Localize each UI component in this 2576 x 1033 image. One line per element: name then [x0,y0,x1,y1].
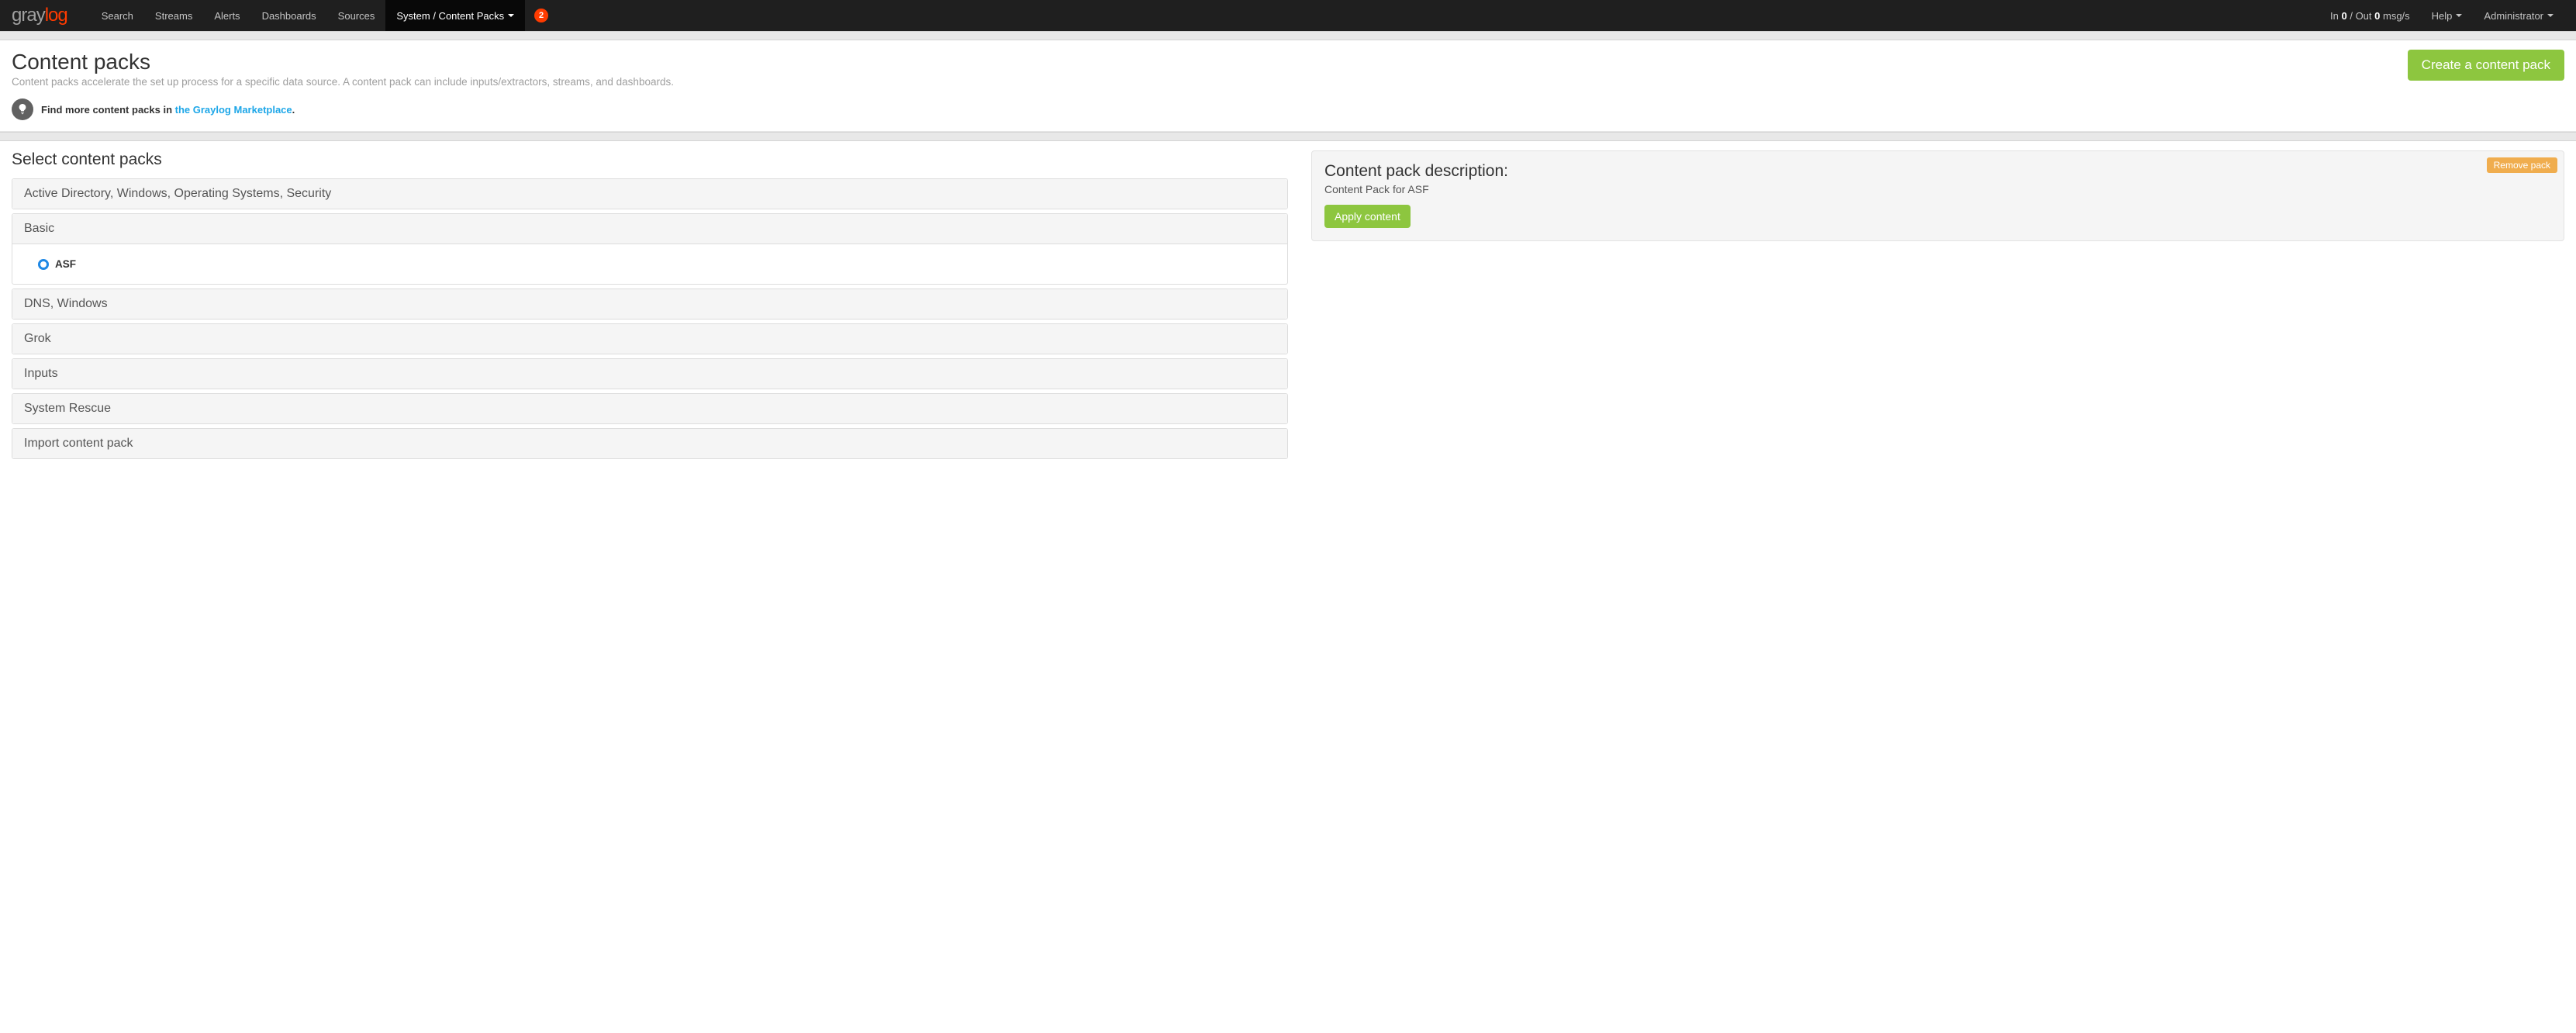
page-subtitle: Content packs accelerate the set up proc… [12,76,2408,88]
chevron-down-icon [2547,14,2554,17]
io-mid: / Out [2347,10,2374,22]
notification-badge[interactable]: 2 [534,9,548,22]
separator-bar [0,132,2576,141]
chevron-down-icon [2456,14,2462,17]
io-stats: In 0 / Out 0 msg/s [2319,10,2421,22]
content-pack-group: Active Directory, Windows, Operating Sys… [12,178,1288,209]
nav-system-label: System / Content Packs [396,10,504,22]
content-pack-group: Basic ASF [12,213,1288,285]
remove-pack-button[interactable]: Remove pack [2487,157,2557,173]
nav-system-content-packs[interactable]: System / Content Packs [385,0,525,31]
hint-suffix: . [292,104,295,116]
page-header: Content packs Content packs accelerate t… [0,40,2576,131]
hint-prefix: Find more content packs in [41,104,175,116]
description-title: Content pack description: [1324,162,2551,181]
group-heading[interactable]: Active Directory, Windows, Operating Sys… [12,179,1287,209]
nav-streams[interactable]: Streams [144,0,203,31]
nav-alerts[interactable]: Alerts [203,0,250,31]
logo[interactable]: graylog [12,5,67,26]
nav-sources[interactable]: Sources [327,0,386,31]
navbar: graylog Search Streams Alerts Dashboards… [0,0,2576,31]
pack-icon [38,259,49,270]
right-column: Remove pack Content pack description: Co… [1311,150,2564,463]
chevron-down-icon [508,14,514,17]
left-column: Select content packs Active Directory, W… [12,150,1288,463]
group-heading[interactable]: DNS, Windows [12,289,1287,319]
page-title: Content packs [12,50,2408,74]
group-heading[interactable]: Basic [12,214,1287,244]
io-in-value: 0 [2342,10,2347,22]
content-pack-groups: Active Directory, Windows, Operating Sys… [12,178,1288,459]
nav-administrator[interactable]: Administrator [2473,0,2564,31]
nav-help-label: Help [2432,10,2453,22]
hint-row: Find more content packs in the Graylog M… [12,98,2408,120]
nav-admin-label: Administrator [2484,10,2543,22]
nav-items: Search Streams Alerts Dashboards Sources… [91,0,2319,31]
content-pack-group: Import content pack [12,428,1288,459]
nav-dashboards[interactable]: Dashboards [251,0,327,31]
group-heading[interactable]: Inputs [12,359,1287,389]
content-pack-group: Grok [12,323,1288,354]
group-body: ASF [12,244,1287,284]
description-panel: Remove pack Content pack description: Co… [1311,150,2564,241]
marketplace-link[interactable]: the Graylog Marketplace [175,104,292,116]
nav-right: In 0 / Out 0 msg/s Help Administrator [2319,0,2564,31]
nav-search[interactable]: Search [91,0,144,31]
group-heading[interactable]: System Rescue [12,394,1287,423]
pack-item-label: ASF [55,258,76,270]
separator-bar [0,31,2576,40]
lightbulb-icon [12,98,33,120]
group-heading[interactable]: Grok [12,324,1287,354]
content-pack-item[interactable]: ASF [24,258,1276,270]
page-header-wrap: Content packs Content packs accelerate t… [0,40,2576,132]
content-pack-group: Inputs [12,358,1288,389]
description-text: Content Pack for ASF [1324,183,2551,195]
io-suffix: msg/s [2380,10,2409,22]
content-pack-group: System Rescue [12,393,1288,424]
group-heading[interactable]: Import content pack [12,429,1287,458]
nav-help[interactable]: Help [2421,0,2474,31]
apply-content-button[interactable]: Apply content [1324,205,1411,228]
content-pack-group: DNS, Windows [12,288,1288,320]
select-title: Select content packs [12,150,1288,169]
create-content-pack-button[interactable]: Create a content pack [2408,50,2564,81]
hint-text: Find more content packs in the Graylog M… [41,104,295,116]
content: Select content packs Active Directory, W… [0,141,2576,472]
io-in-prefix: In [2330,10,2341,22]
